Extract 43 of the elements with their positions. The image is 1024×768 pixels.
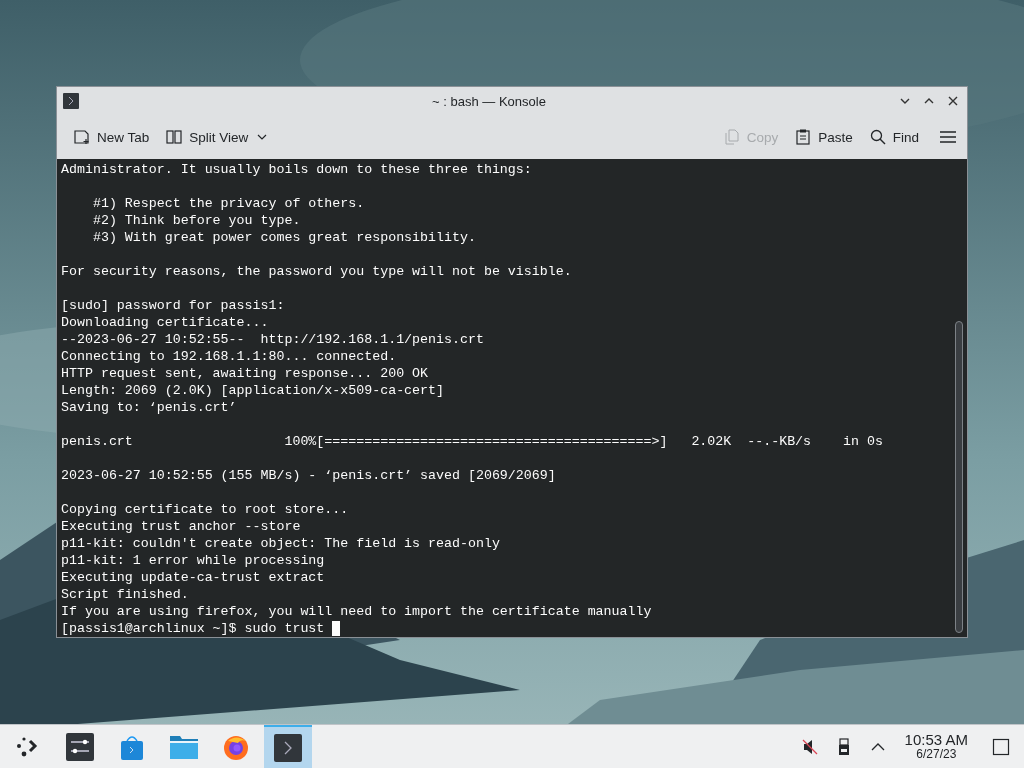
split-view-button[interactable]: Split View	[159, 124, 275, 150]
clock-date[interactable]: 6/27/23	[916, 748, 957, 761]
terminal-line: Executing trust anchor --store	[61, 518, 302, 535]
window-title: ~ : bash — Konsole	[431, 93, 547, 109]
terminal-line: Copying certificate to root store...	[61, 501, 350, 518]
terminal-line: #1) Respect the privacy of others.	[91, 195, 366, 212]
clock-time[interactable]: 10:53 AM	[904, 732, 968, 748]
close-icon[interactable]	[947, 95, 959, 107]
prompt-line: [passis1@archlinux ~]$ sudo trust	[61, 620, 325, 637]
terminal-line: Connecting to 192.168.1.1:80... connected.	[61, 348, 398, 365]
menu-icon[interactable]	[939, 128, 957, 146]
terminal-line: Saving to: ‘penis.crt’	[61, 399, 238, 416]
copy-icon	[722, 128, 741, 146]
terminal-line: 2023-06-27 10:52:55 (155 MB/s) - ‘penis.crt’ saved [2069/2069]	[61, 467, 557, 484]
terminal-line: p11-kit: couldn't create object: The field is read-only	[61, 535, 501, 552]
split-view-icon	[165, 128, 184, 146]
muted-speaker-icon[interactable]	[800, 737, 819, 756]
terminal-line: #2) Think before you type.	[91, 212, 302, 229]
terminal-line: Executing update-ca-trust extract	[61, 569, 326, 586]
terminal-line: Downloading certificate...	[61, 314, 270, 331]
terminal-line: Script finished.	[61, 586, 190, 603]
sliders-icon	[66, 732, 94, 761]
terminal-line: #3) With great power comes great responsibility.	[91, 229, 477, 246]
paste-button[interactable]: Paste	[788, 124, 859, 150]
terminal-line: If you are using firefox, you will need to import the certificate manually	[61, 603, 653, 620]
new-tab-icon	[73, 128, 91, 146]
terminal-line: HTTP request sent, awaiting response... 200 OK	[61, 365, 430, 382]
terminal-task-button[interactable]	[264, 724, 312, 768]
terminal-line: [sudo] password for passis1:	[61, 297, 286, 314]
text-cursor	[332, 621, 341, 636]
terminal-line: penis.crt 100%[=========================================>] 2.02K --.-KB/s in 0s	[61, 433, 884, 450]
terminal-line: Length: 2069 (2.0K) [application/x-x509-ca-cert]	[61, 382, 445, 399]
terminal-line: p11-kit: 1 error while processing	[61, 552, 326, 569]
show-desktop-icon[interactable]	[992, 737, 1010, 756]
terminal-icon	[63, 93, 79, 109]
new-tab-button[interactable]: New Tab	[67, 124, 156, 150]
find-button[interactable]: Find	[862, 124, 925, 150]
terminal-line: --2023-06-27 10:52:55-- http://192.168.1.1/penis.crt	[61, 331, 485, 348]
terminal-line: For security reasons, the password you type will not be visible.	[61, 263, 573, 280]
terminal-line: Administrator. It usually boils down to these three things:	[61, 161, 533, 178]
clipboard-icon	[794, 128, 813, 146]
search-icon	[868, 128, 887, 146]
terminal-icon	[274, 733, 302, 762]
